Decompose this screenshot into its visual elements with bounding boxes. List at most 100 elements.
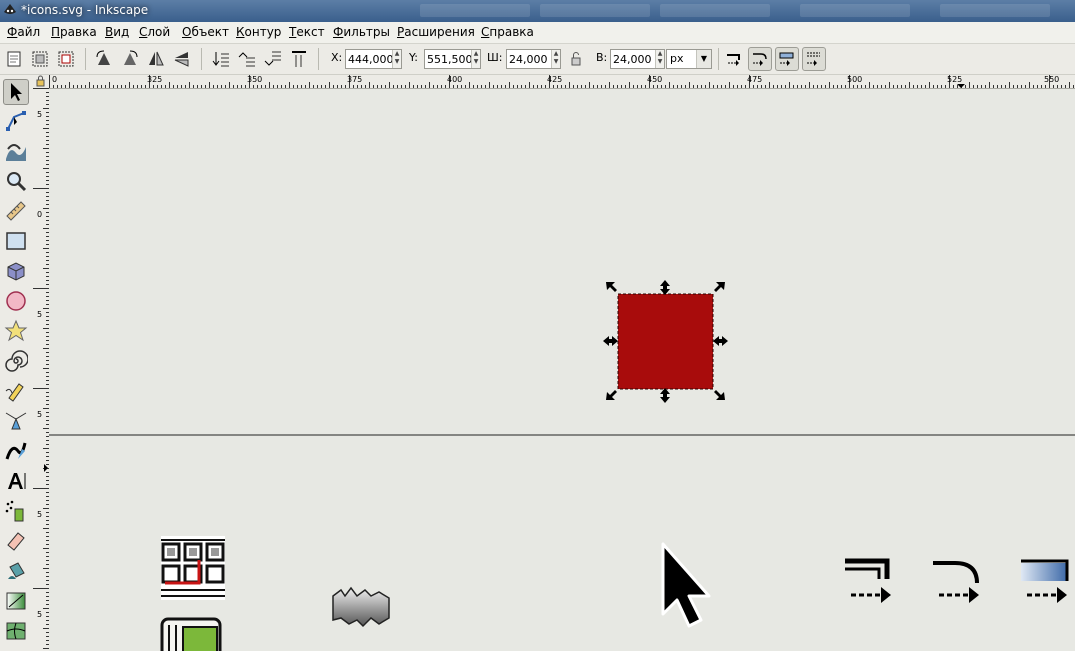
- height-input[interactable]: [611, 50, 657, 68]
- star-tool[interactable]: [4, 319, 28, 343]
- selector-tool[interactable]: [3, 79, 29, 105]
- menu-bar: Файл Правка Вид Слой Объект Контур Текст…: [0, 22, 1075, 44]
- menu-layer[interactable]: Слой: [139, 25, 170, 39]
- grid-path-icon: [161, 536, 225, 600]
- selector-icon: [11, 83, 22, 101]
- lower-button[interactable]: [263, 49, 283, 69]
- spray-tool[interactable]: [4, 499, 28, 523]
- paint-bucket-tool[interactable]: [4, 559, 28, 583]
- h-ruler-label: 325: [147, 75, 163, 84]
- menu-path[interactable]: Контур: [236, 25, 281, 39]
- horizontal-ruler[interactable]: 0 325 350 375 400 425 450 475 500 525 55…: [49, 75, 1075, 89]
- pen-icon: [5, 412, 27, 430]
- deselect-button[interactable]: [56, 49, 76, 69]
- eraser-icon: [7, 532, 25, 551]
- menu-view[interactable]: Вид: [105, 25, 129, 39]
- resize-handle-nw-icon: [606, 282, 617, 292]
- window-title: *icons.svg - Inkscape: [21, 3, 149, 17]
- rotate-ccw-button[interactable]: [94, 49, 114, 69]
- select-all-icon: [7, 51, 21, 67]
- tweak-tool[interactable]: [4, 139, 28, 163]
- toolbox: [0, 75, 34, 651]
- width-spinbox[interactable]: ▲▼: [506, 49, 561, 69]
- vertical-ruler[interactable]: 5 0 5 5 5 5: [33, 88, 50, 651]
- resize-handle-se-icon: [714, 390, 725, 400]
- toolbar-separator: [718, 48, 719, 70]
- zoom-tool[interactable]: [4, 169, 28, 193]
- scale-stroke-button[interactable]: [724, 49, 744, 69]
- chevron-down-icon[interactable]: ▼: [696, 50, 711, 68]
- x-spinbox[interactable]: ▲▼: [345, 49, 402, 69]
- height-spin-arrows[interactable]: ▲ ▼: [655, 50, 664, 68]
- y-spinbox[interactable]: ▲▼: [424, 49, 481, 69]
- 3d-box-tool[interactable]: [4, 259, 28, 283]
- spray-icon: [5, 500, 24, 522]
- mesh-tool[interactable]: [4, 619, 28, 643]
- rotate-cw-button[interactable]: [120, 49, 140, 69]
- gradient-icon: [6, 592, 26, 610]
- unit-select[interactable]: px ▼: [666, 49, 712, 69]
- scale-corners-toggle[interactable]: [748, 47, 772, 71]
- measure-tool[interactable]: [4, 199, 28, 223]
- pencil-tool[interactable]: [4, 379, 28, 403]
- move-gradients-toggle[interactable]: [775, 47, 799, 71]
- height-spinbox[interactable]: ▲▼: [610, 49, 665, 69]
- raise-to-top-button[interactable]: [211, 49, 231, 69]
- y-input[interactable]: [425, 50, 473, 68]
- rectangle-tool[interactable]: [4, 229, 28, 253]
- calligraphy-tool[interactable]: [4, 439, 28, 463]
- cursor-arrow-icon: [661, 542, 711, 628]
- v-ruler-label: 5: [37, 610, 43, 619]
- mesh-icon: [6, 622, 26, 640]
- raise-to-top-icon: [212, 52, 229, 67]
- move-patterns-icon: [807, 52, 820, 66]
- node-tool[interactable]: [4, 109, 28, 133]
- move-patterns-toggle[interactable]: [802, 47, 826, 71]
- lower-icon: [264, 51, 281, 66]
- h-ruler-label: 425: [547, 75, 563, 84]
- paint-bucket-icon: [8, 562, 25, 579]
- y-spin-arrows[interactable]: ▲ ▼: [471, 50, 480, 68]
- eraser-tool[interactable]: [4, 529, 28, 553]
- pen-tool[interactable]: [4, 409, 28, 433]
- toolbar-separator: [318, 48, 319, 70]
- width-input[interactable]: [507, 50, 553, 68]
- select-all-layers-button[interactable]: [30, 49, 50, 69]
- text-tool[interactable]: [4, 469, 28, 493]
- raise-button[interactable]: [237, 49, 257, 69]
- flip-horizontal-button[interactable]: [146, 49, 166, 69]
- resize-handle-w-icon: [603, 336, 618, 346]
- lower-to-bottom-button[interactable]: [289, 49, 309, 69]
- width-spin-arrows[interactable]: ▲ ▼: [551, 50, 560, 68]
- spiral-tool[interactable]: [4, 349, 28, 373]
- menu-edit[interactable]: Правка: [51, 25, 97, 39]
- menu-file[interactable]: Файл: [7, 25, 40, 39]
- lock-icon: [571, 52, 581, 66]
- v-ruler-label: 0: [37, 210, 43, 219]
- ruler-pointer-icon: [44, 464, 48, 472]
- rectangle-icon: [6, 232, 26, 250]
- measure-icon: [6, 201, 26, 221]
- x-spin-arrows[interactable]: ▲ ▼: [392, 50, 401, 68]
- menu-filters[interactable]: Фильтры: [333, 25, 390, 39]
- background-tab: [420, 4, 530, 17]
- lock-proportions-button[interactable]: [566, 49, 586, 69]
- menu-text[interactable]: Текст: [289, 25, 325, 39]
- resize-handle-s-icon: [660, 388, 670, 403]
- ellipse-tool[interactable]: [4, 289, 28, 313]
- deselect-icon: [58, 51, 74, 67]
- drawing-canvas[interactable]: [49, 89, 1075, 651]
- select-all-layers-icon: [32, 51, 48, 67]
- menu-object[interactable]: Объект: [182, 25, 229, 39]
- menu-extensions[interactable]: Расширения: [397, 25, 475, 39]
- h-ruler-label: 525: [947, 75, 963, 84]
- menu-help[interactable]: Справка: [481, 25, 534, 39]
- h-ruler-label: 450: [647, 75, 663, 84]
- text-icon: [8, 473, 26, 489]
- title-bar: *icons.svg - Inkscape: [0, 0, 1075, 22]
- select-all-button[interactable]: [4, 49, 24, 69]
- x-label: X:: [331, 51, 343, 64]
- gradient-tool[interactable]: [4, 589, 28, 613]
- flip-vertical-button[interactable]: [172, 49, 192, 69]
- x-input[interactable]: [346, 50, 394, 68]
